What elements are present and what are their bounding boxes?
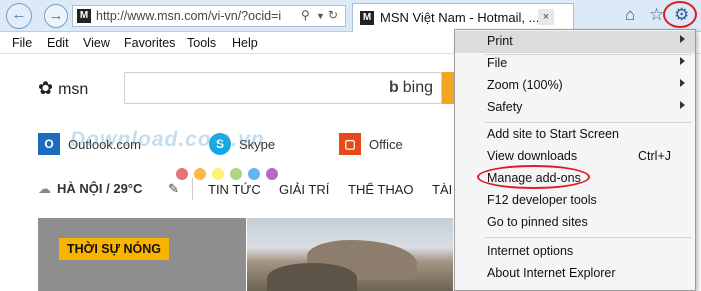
menu-item-label: Add site to Start Screen <box>487 127 620 141</box>
photo-rock <box>267 263 357 291</box>
bing-icon: b <box>388 79 399 96</box>
menu-item-print[interactable]: Print <box>455 31 695 53</box>
nav-item-giai-tri[interactable]: GIẢI TRÍ <box>279 182 329 197</box>
browser-titlebar: ← → M http://www.msn.com/vi-vn/?ocid=i ⚲… <box>0 0 701 32</box>
nav-item-tin-tuc[interactable]: TIN TỨC <box>208 182 261 197</box>
menu-item-safety[interactable]: Safety <box>455 97 695 119</box>
watermark-dot <box>176 168 188 180</box>
annotation-circle-manage-addons <box>477 165 590 189</box>
browser-tab[interactable]: M MSN Việt Nam - Hotmail, ... × <box>352 3 574 32</box>
hot-news-badge[interactable]: THỜI SỰ NÓNG <box>59 238 169 260</box>
menu-item-zoom[interactable]: Zoom (100%) <box>455 75 695 97</box>
watermark-dot <box>266 168 278 180</box>
quick-link-office[interactable]: ▢ Office <box>339 133 403 155</box>
search-input[interactable]: b bing <box>124 72 442 104</box>
submenu-arrow-icon <box>680 57 685 65</box>
address-url[interactable]: http://www.msn.com/vi-vn/?ocid=i <box>96 9 301 23</box>
site-favicon: M <box>77 9 91 23</box>
menu-item-label: Safety <box>487 100 523 114</box>
favorites-star-icon[interactable]: ☆ <box>649 5 664 25</box>
refresh-icon[interactable]: ↻ <box>328 8 338 22</box>
pencil-icon[interactable]: ✎ <box>168 181 179 197</box>
forward-arrow-icon[interactable]: → <box>44 4 68 28</box>
outlook-icon: O <box>38 133 60 155</box>
menu-item-label: About Internet Explorer <box>487 266 616 280</box>
tab-close-icon[interactable]: × <box>538 9 554 25</box>
weather-temp: 29°C <box>113 181 143 196</box>
watermark-dot <box>212 168 224 180</box>
menu-item-label: Internet options <box>487 244 574 258</box>
menu-item-label: F12 developer tools <box>487 193 597 207</box>
menu-item-label: Zoom (100%) <box>487 78 563 92</box>
tools-menu: Print File Zoom (100%) Safety Add site t… <box>454 29 696 291</box>
submenu-arrow-icon <box>680 35 685 43</box>
watermark-dot <box>194 168 206 180</box>
bing-text: bing <box>402 79 433 96</box>
menu-view[interactable]: View <box>83 36 110 50</box>
menu-item-label: File <box>487 56 508 70</box>
submenu-arrow-icon <box>680 101 685 109</box>
annotation-circle-gear <box>663 1 697 28</box>
menu-item-internet-options[interactable]: Internet options <box>455 241 695 263</box>
chevron-down-icon[interactable]: ▼ <box>316 11 325 21</box>
nav-item-the-thao[interactable]: THỂ THAO <box>348 182 414 197</box>
bing-logo: b bing <box>389 79 433 97</box>
menu-help[interactable]: Help <box>232 36 258 50</box>
menu-item-view-downloads[interactable]: View downloads Ctrl+J <box>455 146 695 168</box>
menu-item-f12-tools[interactable]: F12 developer tools <box>455 190 695 212</box>
menu-item-about-ie[interactable]: About Internet Explorer <box>455 263 695 285</box>
quick-link-label: Office <box>369 136 403 152</box>
weather-city: HÀ NỘI <box>57 181 103 196</box>
menu-separator <box>485 122 691 123</box>
menu-item-file[interactable]: File <box>455 53 695 75</box>
menu-tools[interactable]: Tools <box>187 36 216 50</box>
nav-item-tai[interactable]: TÀI <box>432 182 452 197</box>
back-arrow-icon[interactable]: ← <box>6 3 32 29</box>
menu-item-label: Print <box>487 34 513 48</box>
news-photo[interactable] <box>247 218 453 291</box>
menu-favorites[interactable]: Favorites <box>124 36 175 50</box>
watermark-dot <box>230 168 242 180</box>
office-icon: ▢ <box>339 133 361 155</box>
address-bar[interactable]: M http://www.msn.com/vi-vn/?ocid=i ⚲ ▼ ↻ <box>72 5 346 27</box>
nav-divider <box>192 178 193 200</box>
search-icon[interactable]: ⚲ <box>301 8 310 22</box>
menu-item-label: Go to pinned sites <box>487 215 588 229</box>
tab-favicon: M <box>360 11 374 25</box>
weather-widget[interactable]: ☁ HÀ NỘI / 29°C <box>38 181 142 197</box>
home-icon[interactable]: ⌂ <box>625 5 635 25</box>
menu-file[interactable]: File <box>12 36 32 50</box>
msn-logo-text: msn <box>58 81 89 98</box>
tab-title: MSN Việt Nam - Hotmail, ... <box>380 10 540 25</box>
new-tab-button[interactable] <box>576 5 606 29</box>
menu-item-add-site[interactable]: Add site to Start Screen <box>455 124 695 146</box>
menu-edit[interactable]: Edit <box>47 36 69 50</box>
menu-item-pinned-sites[interactable]: Go to pinned sites <box>455 212 695 234</box>
menu-separator <box>485 237 691 238</box>
watermark-text: Download.com.vn <box>70 128 265 151</box>
msn-logo[interactable]: ✿ msn <box>38 78 88 99</box>
msn-butterfly-icon: ✿ <box>38 78 54 98</box>
search-button[interactable] <box>442 72 454 104</box>
cloud-icon: ☁ <box>38 181 51 196</box>
menu-shortcut: Ctrl+J <box>638 149 671 163</box>
submenu-arrow-icon <box>680 79 685 87</box>
menu-item-label: View downloads <box>487 149 578 163</box>
watermark-dot <box>248 168 260 180</box>
